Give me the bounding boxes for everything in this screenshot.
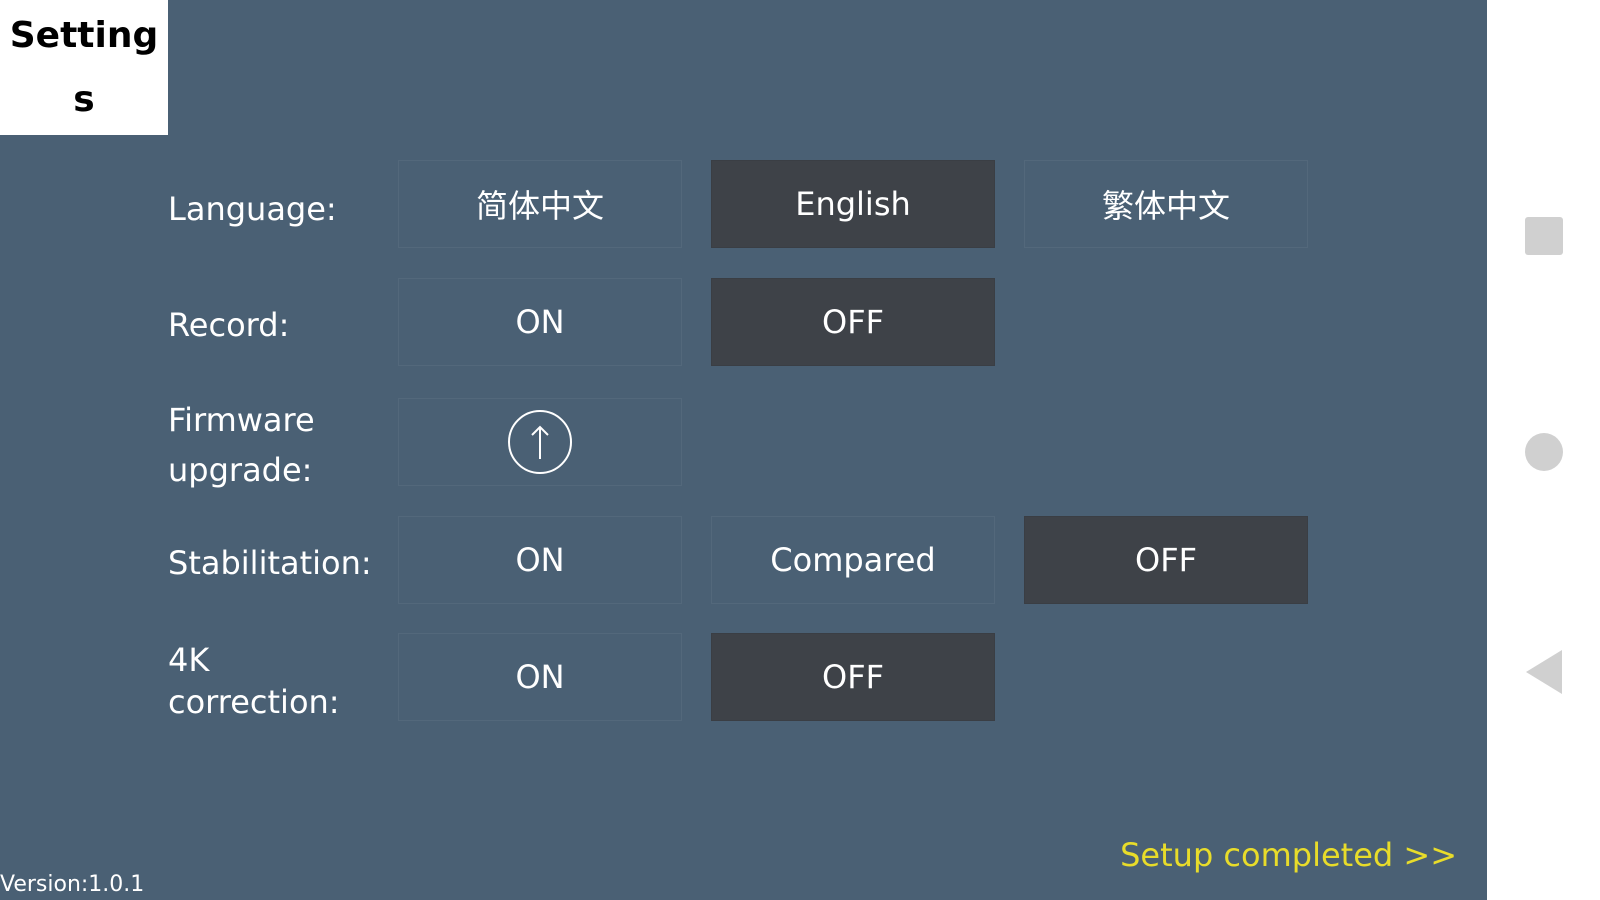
language-option-simplified-chinese[interactable]: 简体中文 (398, 160, 682, 248)
record-off-button[interactable]: OFF (711, 278, 995, 366)
page-title: Settings (0, 0, 168, 135)
language-option-english[interactable]: English (711, 160, 995, 248)
stabilitation-label: Stabilitation: (168, 544, 372, 582)
home-button[interactable] (1487, 412, 1600, 492)
4k-correction-off-button[interactable]: OFF (711, 633, 995, 721)
page-title-text: Settings (9, 14, 159, 120)
firmware-upgrade-button[interactable] (398, 398, 682, 486)
4k-correction-label-line1: 4K (168, 641, 210, 679)
4k-correction-on-button[interactable]: ON (398, 633, 682, 721)
stabilitation-compared-button[interactable]: Compared (711, 516, 995, 604)
language-label: Language: (168, 190, 337, 228)
stabilitation-off-button[interactable]: OFF (1024, 516, 1308, 604)
4k-correction-label-line2: correction: (168, 683, 340, 721)
back-triangle-icon (1525, 650, 1562, 694)
recent-apps-button[interactable] (1487, 196, 1600, 276)
firmware-label-line1: Firmware (168, 401, 315, 439)
version-text: Version:1.0.1 (0, 872, 145, 897)
stabilitation-on-button[interactable]: ON (398, 516, 682, 604)
record-on-button[interactable]: ON (398, 278, 682, 366)
language-option-traditional-chinese[interactable]: 繁体中文 (1024, 160, 1308, 248)
settings-panel: Settings Language: 简体中文 English 繁体中文 Rec… (0, 0, 1487, 900)
circle-icon (1524, 433, 1563, 471)
back-button[interactable] (1487, 632, 1600, 712)
firmware-label-line2: upgrade: (168, 451, 313, 489)
square-icon (1524, 217, 1563, 255)
setup-completed-link[interactable]: Setup completed >> (1120, 836, 1457, 874)
record-label: Record: (168, 306, 290, 344)
system-nav-bar (1487, 0, 1600, 900)
upload-arrow-icon (508, 410, 572, 474)
